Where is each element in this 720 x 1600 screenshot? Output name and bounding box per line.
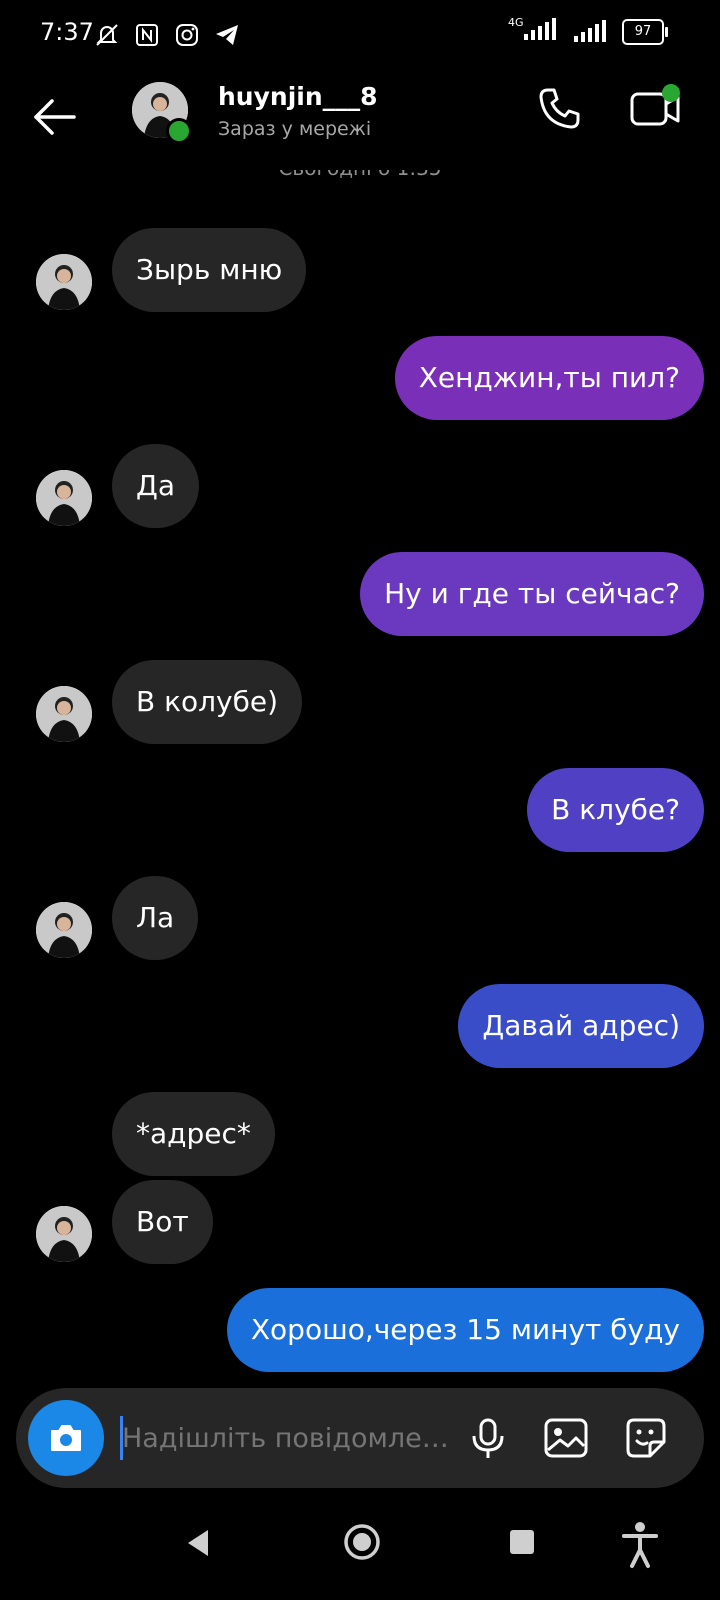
contact-username[interactable]: huynjin___8 xyxy=(218,82,378,111)
sender-avatar[interactable] xyxy=(36,470,92,526)
sender-avatar[interactable] xyxy=(36,686,92,742)
telegram-icon xyxy=(216,25,238,45)
system-nav-bar xyxy=(0,1500,720,1600)
signal-icon xyxy=(524,18,556,40)
message-bubble-outgoing[interactable]: Хорошо,через 15 минут буду xyxy=(226,1288,704,1372)
message-bubble-outgoing[interactable]: Хенджин,ты пил? xyxy=(394,336,704,420)
network-type: 4G xyxy=(508,16,524,29)
nav-back-icon[interactable] xyxy=(182,1526,212,1560)
sticker-icon[interactable] xyxy=(620,1412,672,1464)
sender-avatar[interactable] xyxy=(36,1206,92,1262)
message-bubble-outgoing[interactable]: Давай адрес) xyxy=(458,984,704,1068)
status-bar: 7:37 4G 97 xyxy=(0,0,720,70)
message-bubble-outgoing[interactable]: В клубе? xyxy=(527,768,704,852)
status-icons-right: 4G 97 xyxy=(508,16,668,46)
back-arrow-icon[interactable] xyxy=(30,92,80,142)
chat-header: huynjin___8 Зараз у мережі xyxy=(0,70,720,170)
contact-status: Зараз у мережі xyxy=(218,118,372,140)
status-time: 7:37 xyxy=(40,18,94,46)
message-composer xyxy=(16,1388,704,1490)
message-bubble-incoming[interactable]: В колубе) xyxy=(112,660,303,744)
phone-icon[interactable] xyxy=(534,84,584,134)
sender-avatar[interactable] xyxy=(36,254,92,310)
signal-4g: 4G xyxy=(508,16,562,46)
message-bubble-incoming[interactable]: Зырь мню xyxy=(112,228,307,312)
video-online-dot xyxy=(662,84,680,102)
message-bubble-outgoing[interactable]: Ну и где ты сейчас? xyxy=(360,552,704,636)
signal-icon-2 xyxy=(574,20,606,42)
message-bubble-incoming[interactable]: *адрес* xyxy=(112,1092,275,1176)
nav-recents-icon[interactable] xyxy=(510,1530,534,1554)
online-indicator xyxy=(166,118,192,144)
camera-button[interactable] xyxy=(28,1400,104,1476)
microphone-icon[interactable] xyxy=(462,1412,514,1464)
instagram-icon xyxy=(176,24,198,46)
nfc-icon xyxy=(136,24,158,46)
accessibility-icon[interactable] xyxy=(620,1520,660,1570)
camera-icon xyxy=(51,1425,81,1451)
status-icons-left xyxy=(92,20,242,50)
message-bubble-incoming[interactable]: Вот xyxy=(112,1180,213,1264)
sender-avatar[interactable] xyxy=(36,902,92,958)
battery-indicator: 97 xyxy=(622,19,668,45)
gallery-icon[interactable] xyxy=(540,1412,592,1464)
message-input[interactable] xyxy=(120,1388,454,1490)
message-bubble-incoming[interactable]: Ла xyxy=(112,876,199,960)
nav-home-icon[interactable] xyxy=(342,1522,382,1562)
mute-icon xyxy=(96,24,118,46)
message-bubble-incoming[interactable]: Да xyxy=(112,444,200,528)
